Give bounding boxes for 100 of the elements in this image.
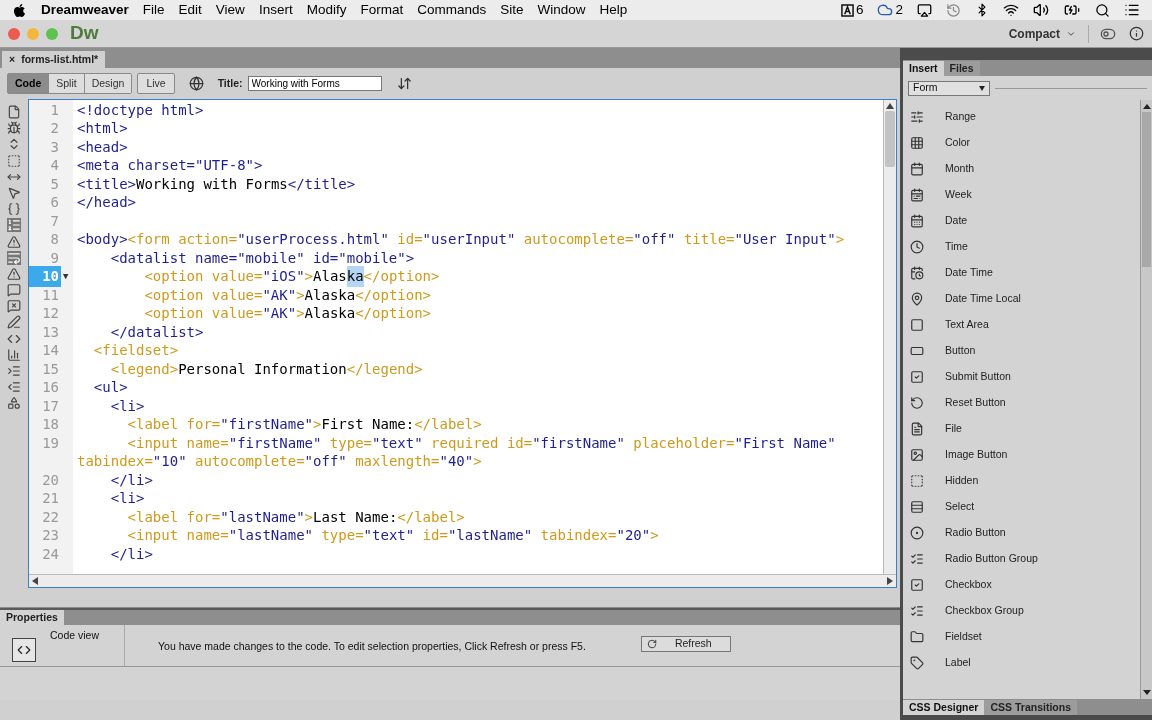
battery-icon[interactable]	[1063, 2, 1081, 18]
insert-item[interactable]: File	[903, 416, 1140, 442]
insert-item[interactable]: Range	[903, 104, 1140, 130]
code-token: "AK"	[262, 304, 297, 324]
panel-tab[interactable]: Files	[943, 61, 980, 76]
menu-item[interactable]: View	[215, 0, 245, 21]
code-token: First Name:	[321, 415, 415, 435]
insert-item[interactable]: Hidden	[903, 468, 1140, 494]
outdent-icon[interactable]	[7, 380, 21, 395]
panel-tab[interactable]: CSS Transitions	[984, 700, 1077, 715]
braces-icon[interactable]	[7, 202, 21, 217]
menu-item[interactable]: File	[142, 0, 165, 21]
insert-item[interactable]: Date	[903, 208, 1140, 234]
title-field[interactable]: Working with Forms	[247, 76, 382, 91]
menu-item[interactable]: Window	[537, 0, 586, 21]
pen-icon[interactable]	[7, 315, 21, 330]
menu-item[interactable]: Insert	[258, 0, 293, 21]
panel-scrollbar[interactable]	[1140, 100, 1152, 699]
insert-item[interactable]: Radio Button Group	[903, 546, 1140, 572]
menu-item[interactable]: Commands	[417, 0, 487, 21]
comment-icon[interactable]	[7, 283, 21, 298]
remove-comment-icon[interactable]	[7, 299, 21, 314]
insert-item[interactable]: Fieldset	[903, 624, 1140, 650]
chart-icon[interactable]	[7, 347, 21, 362]
document-icon[interactable]	[7, 105, 21, 119]
apple-icon[interactable]	[12, 2, 27, 18]
properties-tab[interactable]: Properties	[0, 610, 64, 625]
list-icon[interactable]	[1124, 2, 1140, 18]
bug-icon[interactable]	[7, 121, 21, 136]
code-token: "lastName"	[228, 526, 313, 546]
menu-item[interactable]: Edit	[178, 0, 202, 21]
wifi-icon[interactable]	[1003, 2, 1019, 18]
shapes-icon[interactable]	[7, 396, 21, 411]
line-numbers-icon[interactable]	[7, 218, 21, 233]
insert-item[interactable]: Week	[903, 182, 1140, 208]
code-token: id=	[396, 230, 423, 250]
code-token: Alaska	[304, 285, 356, 305]
menu-item[interactable]: Help	[599, 0, 628, 21]
sort-icon[interactable]	[396, 76, 412, 91]
wrap-icon[interactable]	[7, 250, 21, 265]
vertical-scrollbar[interactable]	[883, 100, 896, 574]
category-dropdown[interactable]: Form	[908, 80, 990, 96]
workspace-switcher[interactable]: Compact	[1008, 24, 1089, 43]
live-button[interactable]: Live	[137, 73, 175, 94]
insert-item[interactable]: Text Area	[903, 312, 1140, 338]
search-icon[interactable]	[1095, 2, 1110, 18]
code-token: <li>	[109, 489, 145, 509]
horizontal-scrollbar[interactable]	[29, 574, 896, 587]
code-token: <datalist name="mobile" id="mobile">	[109, 248, 415, 268]
insert-item[interactable]: Reset Button	[903, 390, 1140, 416]
insert-item[interactable]: Month	[903, 156, 1140, 182]
code-token: "off"	[633, 230, 676, 250]
globe-icon[interactable]	[188, 76, 204, 91]
menu-item[interactable]: Format	[360, 0, 404, 21]
code-token: >	[835, 230, 845, 250]
view-button[interactable]: Split	[49, 74, 85, 93]
line-number: 4	[49, 156, 60, 176]
folder-icon	[910, 630, 924, 644]
insert-item[interactable]: Date Time Local	[903, 286, 1140, 312]
code-token: <title>	[77, 174, 136, 194]
insert-item[interactable]: Submit Button	[903, 364, 1140, 390]
line-number: 19	[41, 433, 60, 453]
app-menu[interactable]: Dreamweaver	[41, 0, 129, 21]
code-token: maxlength=	[354, 452, 440, 472]
code-token: "First Name"	[734, 433, 836, 453]
syntax-warning-icon[interactable]	[7, 266, 21, 281]
fold-marker[interactable]: ▼	[63, 270, 69, 284]
menu-item[interactable]: Modify	[306, 0, 347, 21]
insert-item[interactable]: Select	[903, 494, 1140, 520]
insert-item[interactable]: Time	[903, 234, 1140, 260]
insert-item[interactable]: Button	[903, 338, 1140, 364]
airplay-icon[interactable]	[917, 2, 932, 18]
code-token: >	[304, 267, 314, 287]
tag-icon	[910, 656, 924, 670]
view-button[interactable]: Design	[84, 74, 132, 93]
info-icon[interactable]	[1129, 26, 1144, 41]
insert-item[interactable]: Checkbox Group	[903, 598, 1140, 624]
selection-icon[interactable]	[7, 153, 21, 168]
menu-item[interactable]: Site	[500, 0, 524, 21]
insert-item[interactable]: Image Button	[903, 442, 1140, 468]
refresh-button[interactable]: Refresh	[640, 636, 731, 652]
document-tab[interactable]: × forms-list.html*	[2, 51, 106, 68]
panel-tab[interactable]: Insert	[903, 61, 944, 76]
grid-icon	[910, 136, 924, 150]
insert-item[interactable]: Label	[903, 650, 1140, 676]
panel-tab[interactable]: CSS Designer	[903, 700, 985, 715]
pointer-icon[interactable]	[7, 185, 21, 200]
volume-icon[interactable]	[1033, 2, 1049, 18]
view-button[interactable]: Code	[8, 74, 50, 93]
insert-item[interactable]: Date Time	[903, 260, 1140, 286]
warning-icon[interactable]	[7, 234, 21, 249]
insert-item[interactable]: Color	[903, 130, 1140, 156]
indent-icon[interactable]	[7, 364, 21, 378]
code-token: <li>	[109, 396, 145, 416]
insert-item[interactable]: Checkbox	[903, 572, 1140, 598]
cloud-status[interactable]: 2	[877, 0, 903, 21]
close-tab-button[interactable]: ×	[9, 51, 16, 68]
history-icon[interactable]	[946, 2, 961, 18]
adobe-status[interactable]: 6	[840, 0, 864, 21]
insert-item[interactable]: Radio Button	[903, 520, 1140, 546]
